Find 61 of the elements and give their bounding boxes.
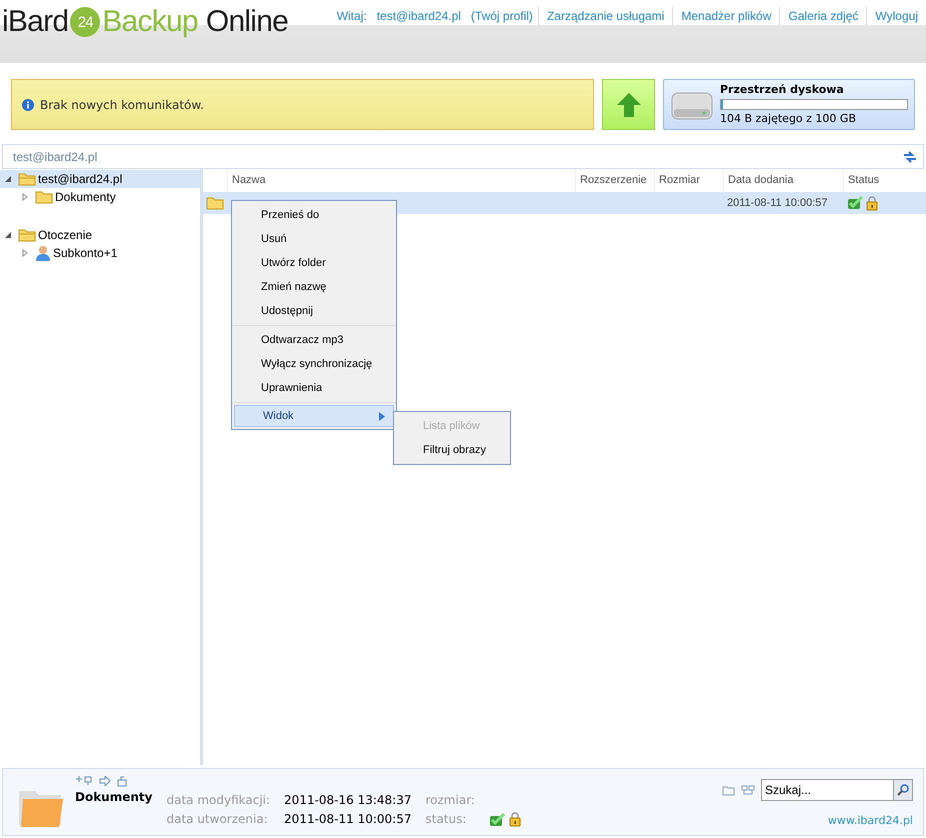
message-text: Brak nowych komunikatów. bbox=[40, 96, 204, 114]
search-button[interactable] bbox=[894, 779, 913, 801]
field-label: data modyfikacji: bbox=[166, 792, 270, 809]
folder-icon bbox=[206, 196, 224, 210]
table-cell-text: 2011-08-11 10:00:57 bbox=[726, 196, 829, 211]
search-field[interactable]: Szukaj... bbox=[761, 779, 894, 801]
check-icon bbox=[847, 196, 863, 210]
field-value: 2011-08-11 10:00:57 bbox=[284, 811, 412, 828]
search-icon bbox=[897, 784, 909, 796]
padlock-icon bbox=[866, 196, 878, 210]
nav-link[interactable]: Wyloguj bbox=[866, 7, 926, 25]
nav-link[interactable]: Zarządzanie usługami bbox=[538, 7, 672, 25]
tree-item[interactable]: Dokumenty bbox=[17, 188, 200, 206]
tree-label: Dokumenty bbox=[55, 189, 116, 206]
field-label: rozmiar: bbox=[426, 792, 475, 809]
nav-link[interactable]: test@ibard24.pl bbox=[372, 7, 466, 25]
check-icon bbox=[488, 812, 505, 826]
logo: iBard 24 Backup Online bbox=[1, 4, 288, 40]
info-icon bbox=[22, 98, 34, 110]
tree-item[interactable]: Otoczenie bbox=[0, 226, 200, 244]
tree-item[interactable]: Subkonto+1 bbox=[17, 244, 200, 262]
user-icon bbox=[35, 245, 51, 261]
collapse-icon[interactable] bbox=[4, 175, 12, 183]
tree-item[interactable]: test@ibard24.pl bbox=[0, 170, 200, 188]
up-arrow-icon bbox=[614, 90, 643, 118]
tree-label: Subkonto+1 bbox=[53, 245, 118, 262]
padlock-icon bbox=[508, 812, 521, 827]
folder-icon bbox=[18, 172, 36, 186]
menu-item[interactable]: Zmień nazwę bbox=[232, 275, 396, 299]
folder-icon bbox=[18, 228, 36, 242]
menu-item[interactable]: Filtruj obrazy bbox=[394, 438, 510, 462]
right-arrow-icon[interactable] bbox=[99, 776, 111, 786]
menu-item[interactable]: Utwórz folder bbox=[232, 251, 396, 275]
expand-icon[interactable] bbox=[21, 193, 29, 201]
menu-item[interactable]: Wyłącz synchronizację bbox=[232, 352, 396, 376]
menu-item[interactable]: Widok bbox=[234, 405, 394, 427]
network-icon[interactable] bbox=[741, 784, 755, 796]
expand-icon[interactable] bbox=[21, 249, 29, 257]
submenu-arrow-icon bbox=[379, 412, 385, 420]
disk-usage-text: 104 B zajętego z 100 GB bbox=[720, 111, 857, 127]
menu-item[interactable]: Udostępnij bbox=[232, 299, 396, 323]
nav-link[interactable]: Menadżer plików bbox=[672, 7, 780, 25]
field-label: status: bbox=[426, 811, 468, 828]
field-value: 2011-08-16 13:48:37 bbox=[284, 792, 412, 809]
menu-item[interactable]: Uprawnienia bbox=[232, 376, 396, 400]
breadcrumb-link[interactable]: test@ibard24.pl bbox=[3, 148, 110, 166]
refresh-icon[interactable] bbox=[903, 150, 917, 162]
menu-item[interactable]: Usuń bbox=[232, 227, 396, 251]
folder-outline-icon[interactable] bbox=[722, 784, 735, 796]
collapse-icon[interactable] bbox=[4, 231, 12, 239]
nav-link[interactable]: Galeria zdjęć bbox=[779, 7, 866, 25]
selected-item-name: Dokumenty bbox=[75, 789, 152, 806]
field-label: data utworzenia: bbox=[166, 811, 269, 828]
nav-link[interactable]: (Twój profil) bbox=[466, 7, 538, 25]
menu-item[interactable]: Odtwarzacz mp3 bbox=[232, 328, 396, 352]
greeting-text: Witaj: bbox=[336, 8, 368, 25]
folder-icon bbox=[35, 190, 53, 204]
tree-label: test@ibard24.pl bbox=[38, 171, 122, 188]
disk-space-title: Przestrzeń dyskowa bbox=[720, 82, 845, 98]
tree-label: Otoczenie bbox=[38, 227, 92, 244]
upload-button[interactable] bbox=[602, 79, 655, 130]
